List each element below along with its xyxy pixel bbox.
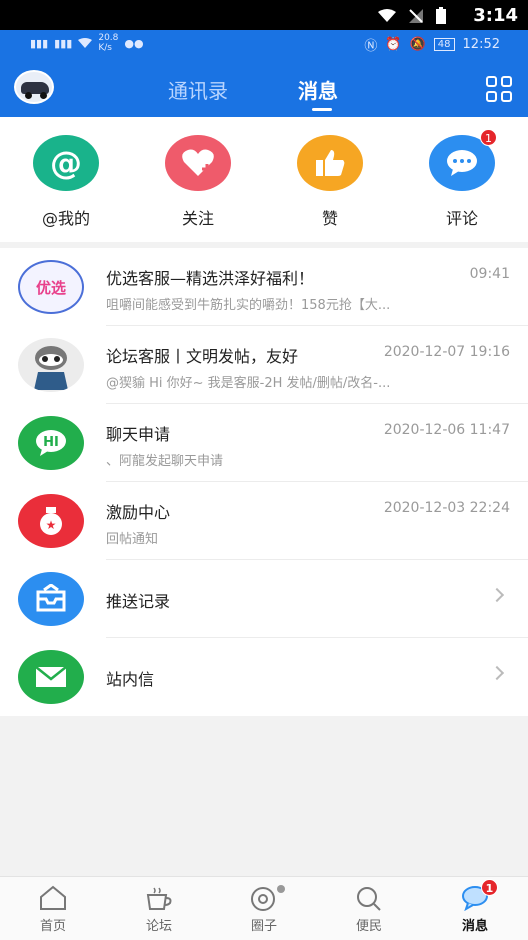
nav-circle[interactable]: 圈子 — [229, 885, 299, 934]
battery-icon — [436, 7, 446, 24]
chevron-right-icon — [489, 587, 505, 603]
message-preview: 咀嚼间能感受到牛筋扎实的嚼劲！158元抢【大... — [106, 298, 391, 313]
incentive-icon: ★ — [18, 494, 84, 548]
active-tab-indicator — [312, 108, 332, 111]
svg-text:★: ★ — [46, 518, 57, 532]
list-item[interactable]: 优选 优选客服—精选洪泽好福利！ 09:41 咀嚼间能感受到牛筋扎实的嚼劲！15… — [0, 248, 528, 326]
system-icons — [378, 7, 446, 24]
grid-menu-button[interactable] — [486, 76, 512, 102]
message-time: 2020-12-07 19:16 — [383, 344, 510, 360]
message-preview: 回帖通知 — [106, 532, 159, 547]
quick-comment-label: 评论 — [445, 209, 478, 228]
nfc-icon: Ⓝ — [364, 39, 378, 54]
message-title: 聊天申请 — [106, 425, 171, 444]
quick-at-me[interactable]: @ @我的 — [16, 135, 116, 229]
message-icon: 1 — [460, 879, 498, 913]
quick-actions: @ @我的 关注 赞 1 评论 — [0, 117, 528, 242]
status-right: Ⓝ ⏰ 🔕 48 12:52 — [364, 35, 500, 54]
chevron-right-icon — [489, 665, 505, 681]
network-indicators: ▮▮▮ ▮▮▮ 20.8 K/s ●● — [30, 33, 144, 53]
notification-dot — [277, 885, 285, 893]
list-item[interactable]: HI 聊天申请 2020-12-06 11:47 、阿龍发起聊天申请 — [0, 404, 528, 482]
no-signal-icon — [409, 8, 423, 23]
thumbs-up-icon — [297, 135, 363, 191]
wifi-icon — [378, 8, 396, 22]
at-icon: @ — [33, 135, 99, 191]
status-clock: 12:52 — [462, 37, 500, 52]
nav-circle-label: 圈子 — [250, 919, 277, 934]
message-preview: @猰貐 Hi 你好~ 我是客服-2H 发帖/删帖/改名-... — [106, 376, 391, 391]
hi-icon: HI — [18, 416, 84, 470]
quick-like-label: 赞 — [321, 209, 338, 228]
messages-badge: 1 — [481, 879, 498, 896]
message-list: 优选 优选客服—精选洪泽好福利！ 09:41 咀嚼间能感受到牛筋扎实的嚼劲！15… — [0, 248, 528, 716]
quick-follow-label: 关注 — [181, 209, 214, 228]
wechat-icon: ●● — [124, 36, 144, 50]
search-icon — [354, 885, 384, 913]
message-title: 论坛客服丨文明发帖，友好 — [106, 347, 299, 366]
nav-forum-label: 论坛 — [145, 919, 172, 934]
list-item[interactable]: ★ 激励中心 2020-12-03 22:24 回帖通知 — [0, 482, 528, 560]
envelope-icon — [18, 650, 84, 704]
nav-home-label: 首页 — [39, 919, 66, 934]
nav-home[interactable]: 首页 — [18, 885, 88, 934]
user-avatar[interactable] — [14, 70, 54, 104]
signal-icon-2: ▮▮▮ — [54, 36, 73, 50]
battery-level: 48 — [433, 38, 455, 51]
push-records-label: 推送记录 — [106, 592, 171, 611]
wifi-small-icon — [78, 37, 93, 48]
net-speed: 20.8 K/s — [98, 33, 119, 53]
system-time: 3:14 — [473, 5, 518, 26]
site-mail-label: 站内信 — [106, 670, 155, 689]
tab-messages[interactable]: 消息 — [298, 75, 338, 104]
circle-icon — [249, 885, 285, 913]
inbox-icon — [18, 572, 84, 626]
message-time: 2020-12-06 11:47 — [383, 422, 510, 438]
promo-avatar: 优选 — [18, 260, 84, 314]
message-title: 激励中心 — [106, 503, 171, 522]
message-time: 2020-12-03 22:24 — [383, 500, 510, 516]
app-header: ▮▮▮ ▮▮▮ 20.8 K/s ●● Ⓝ ⏰ 🔕 48 12:52 通讯录 消息 — [0, 30, 528, 117]
quick-follow[interactable]: 关注 — [148, 135, 248, 229]
quick-like[interactable]: 赞 — [280, 135, 380, 229]
nav-messages[interactable]: 1 消息 — [440, 879, 510, 934]
tab-contacts[interactable]: 通讯录 — [168, 75, 228, 104]
message-title: 优选客服—精选洪泽好福利！ — [106, 269, 315, 288]
nav-services-label: 便民 — [355, 919, 382, 934]
system-status-bar: 3:14 — [0, 0, 528, 30]
push-records-item[interactable]: 推送记录 — [0, 560, 528, 638]
signal-icon: ▮▮▮ — [30, 36, 49, 50]
heart-plus-icon — [165, 135, 231, 191]
nav-services[interactable]: 便民 — [334, 885, 404, 934]
chat-bubble-icon: 1 — [429, 129, 497, 191]
alarm-icon: ⏰ — [385, 37, 402, 52]
home-icon — [38, 885, 68, 913]
list-item[interactable]: 论坛客服丨文明发帖，友好 2020-12-07 19:16 @猰貐 Hi 你好~… — [0, 326, 528, 404]
inner-status-line: ▮▮▮ ▮▮▮ 20.8 K/s ●● Ⓝ ⏰ 🔕 48 12:52 — [0, 30, 528, 56]
coffee-icon — [144, 885, 174, 913]
raccoon-avatar — [18, 338, 84, 392]
mute-icon: 🔕 — [409, 37, 426, 52]
message-time: 09:41 — [469, 266, 510, 282]
bottom-navigation: 首页 论坛 圈子 便民 1 消息 — [0, 876, 528, 940]
nav-messages-label: 消息 — [461, 919, 488, 934]
quick-at-me-label: @我的 — [41, 209, 90, 228]
message-preview: 、阿龍发起聊天申请 — [106, 454, 224, 469]
svg-text:HI: HI — [43, 435, 59, 450]
comment-badge: 1 — [480, 129, 497, 146]
site-mail-item[interactable]: 站内信 — [0, 638, 528, 716]
nav-forum[interactable]: 论坛 — [124, 885, 194, 934]
quick-comment[interactable]: 1 评论 — [412, 129, 512, 229]
